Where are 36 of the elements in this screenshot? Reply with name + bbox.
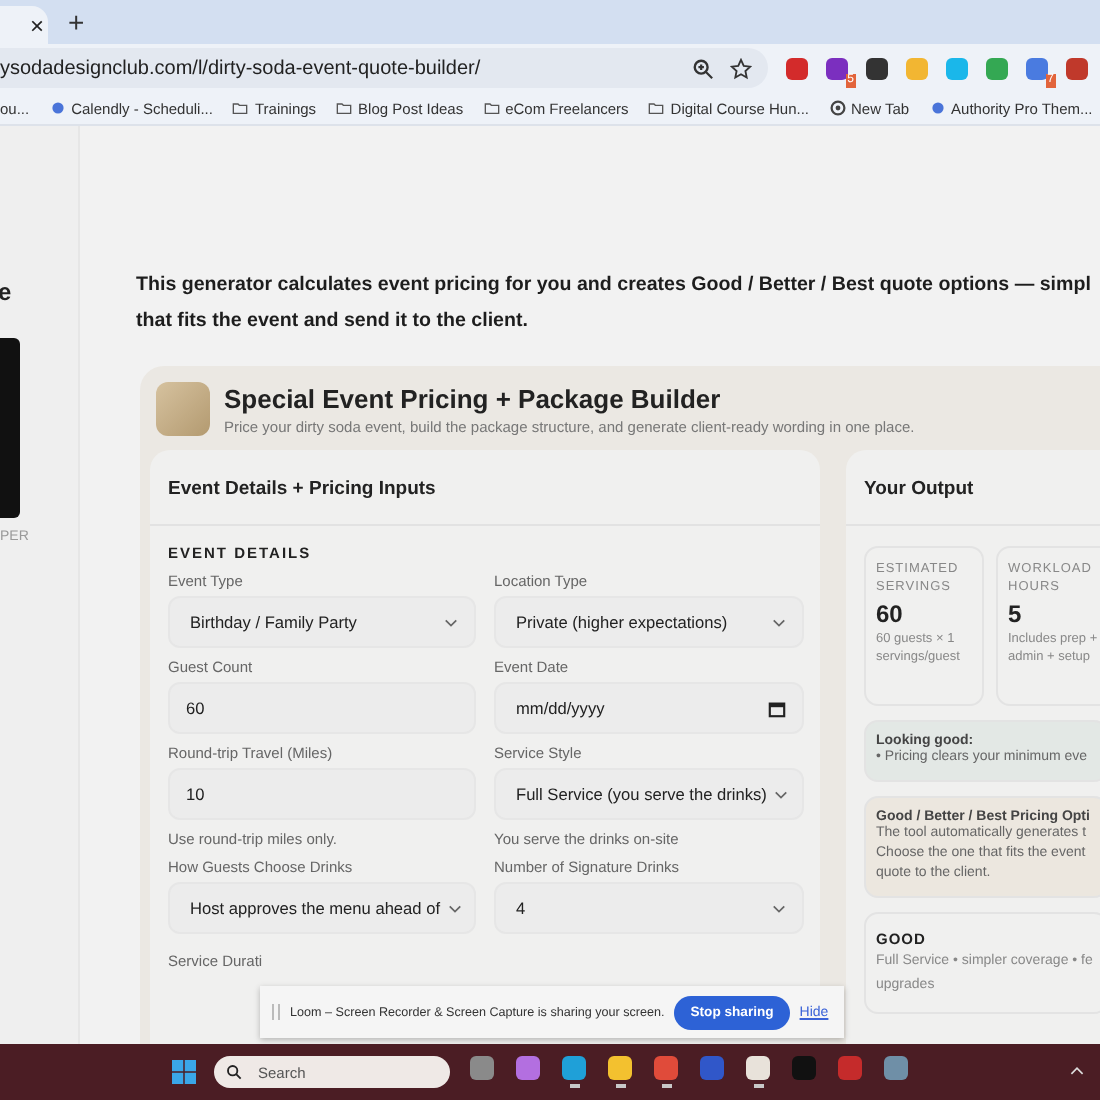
chevron-down-icon [772,617,786,627]
chevron-down-icon [444,617,458,627]
intro-text: This generator calculates event pricing for you and creates Good / Better / Best quote options — simpl [136,272,1093,300]
panel-title: Event Details + Pricing Inputs [150,450,820,526]
dropdown[interactable]: Full Service (you serve the drinks) [494,768,804,820]
url-text: ysodadesignclub.com/l/dirty-soda-event-quote-builder/ [0,57,483,79]
intro-text: that fits the event and send it to the client. [136,308,530,336]
date-field[interactable]: mm/dd/yyyy [494,682,804,734]
site-icon [49,100,66,116]
calendar-icon[interactable] [768,699,786,717]
dropdown[interactable]: Host approves the menu ahead of [168,882,476,934]
stat-value: 5 [1008,600,1024,628]
dropdown[interactable]: Private (higher expectations) [494,596,804,648]
chevron-down-icon [448,903,462,913]
address-bar[interactable]: ysodadesignclub.com/l/dirty-soda-event-quote-builder/ [0,48,768,88]
star-icon[interactable] [730,57,752,79]
panel-title: Your Output [846,450,1100,526]
builder-title: Special Event Pricing + Package Builder [224,383,723,413]
search-icon [226,1064,242,1080]
input-field[interactable]: 60 [168,682,476,734]
start-icon[interactable] [172,1060,196,1084]
input-field[interactable]: 10 [168,768,476,820]
logo-tile [156,382,210,436]
browser-tab[interactable]: × [0,6,48,44]
stat-value: 60 [876,600,905,628]
chevron-down-icon [772,903,786,913]
circle-icon [829,100,845,116]
new-tab-button[interactable]: + [68,8,85,36]
site-icon [929,100,946,116]
drag-handle-icon[interactable] [272,1004,280,1020]
dropdown[interactable]: Birthday / Family Party [168,596,476,648]
zoom-icon[interactable] [692,57,714,79]
chevron-up-icon[interactable] [1070,1066,1084,1076]
dropdown[interactable]: 4 [494,882,804,934]
chevron-down-icon [774,789,789,799]
close-icon[interactable]: × [29,13,44,37]
